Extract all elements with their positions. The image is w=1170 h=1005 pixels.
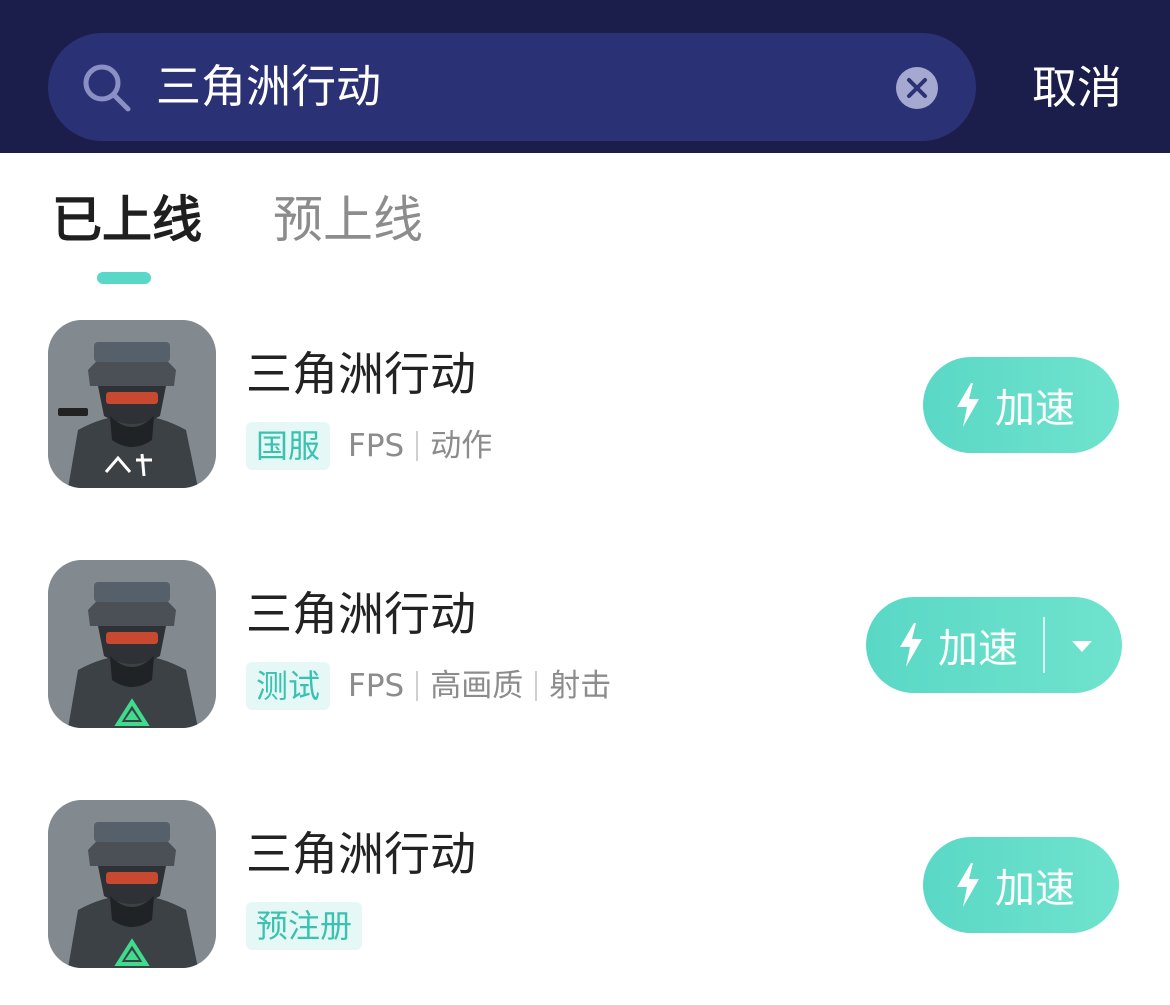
game-icon (48, 320, 216, 488)
game-icon (48, 800, 216, 968)
genre-tag: 高画质 (430, 668, 524, 704)
region-tag: 国服 (246, 422, 331, 470)
tab-online[interactable]: 已上线 (52, 184, 202, 256)
boost-button-label: 加速 (995, 386, 1075, 432)
search-icon (83, 64, 131, 112)
boost-split-button[interactable]: 加速 (866, 597, 1122, 693)
lightning-icon (957, 863, 979, 907)
boost-button-label: 加速 (995, 866, 1075, 912)
genre-tag: FPS (348, 428, 405, 464)
search-header: 三角洲行动 取消 (0, 0, 1170, 153)
chevron-down-icon[interactable] (1062, 617, 1102, 673)
lightning-icon (900, 623, 922, 667)
button-divider (1043, 617, 1045, 673)
separator (416, 671, 419, 701)
clear-icon[interactable] (895, 66, 939, 110)
tag-row: 国服 FPS 动作 (246, 420, 492, 472)
boost-button-label: 加速 (938, 626, 1018, 672)
game-icon (48, 560, 216, 728)
lightning-icon (957, 383, 979, 427)
list-item[interactable]: 三角洲行动 国服 FPS 动作 加速 (0, 312, 1170, 522)
genre-tag: FPS (348, 668, 405, 704)
genre-tag: 射击 (549, 668, 612, 704)
game-title: 三角洲行动 (246, 587, 476, 641)
game-title: 三角洲行动 (246, 347, 476, 401)
tab-upcoming[interactable]: 预上线 (273, 184, 423, 256)
tag-row: 预注册 (246, 900, 380, 952)
separator (535, 671, 538, 701)
boost-button[interactable]: 加速 (923, 357, 1119, 453)
game-title: 三角洲行动 (246, 827, 476, 881)
cancel-button[interactable]: 取消 (1012, 52, 1142, 124)
tab-indicator (97, 272, 151, 284)
list-item[interactable]: 三角洲行动 预注册 加速 (0, 792, 1170, 1002)
region-tag: 预注册 (246, 902, 363, 950)
boost-button[interactable]: 加速 (923, 837, 1119, 933)
separator (416, 431, 419, 461)
tag-row: 测试 FPS 高画质 射击 (246, 660, 611, 712)
list-item[interactable]: 三角洲行动 测试 FPS 高画质 射击 加速 (0, 552, 1170, 762)
search-bar[interactable]: 三角洲行动 (48, 33, 976, 141)
search-input[interactable]: 三角洲行动 (156, 55, 381, 119)
region-tag: 测试 (246, 662, 331, 710)
genre-tag: 动作 (430, 428, 493, 464)
